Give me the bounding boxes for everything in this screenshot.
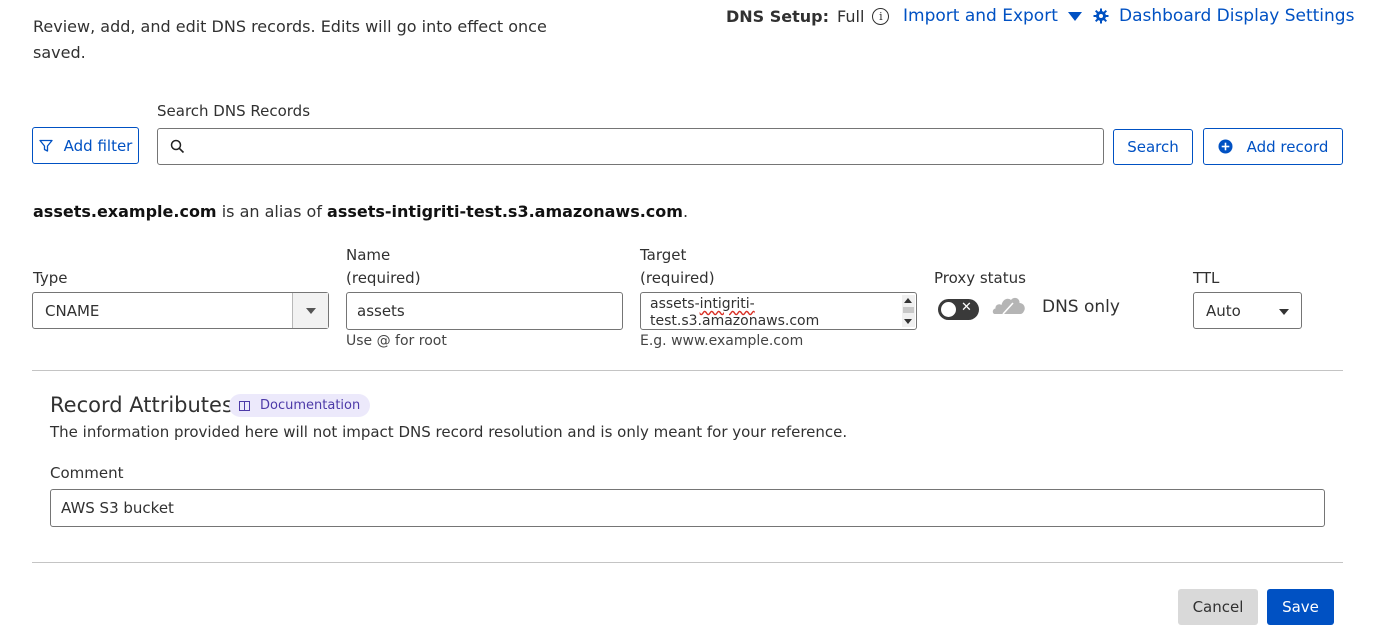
save-button[interactable]: Save: [1267, 589, 1334, 625]
textarea-scrollbar[interactable]: [902, 295, 915, 327]
chevron-down-icon: [305, 307, 316, 314]
name-label: Name: [346, 246, 391, 264]
type-select-value: CNAME: [45, 302, 100, 320]
name-hint: Use @ for root: [346, 333, 447, 349]
ttl-select[interactable]: Auto: [1193, 292, 1302, 329]
alias-connector: is an alias of: [221, 202, 322, 221]
type-label: Type: [33, 269, 68, 287]
chevron-down-icon: [1279, 309, 1289, 315]
dashboard-display-settings-link[interactable]: Dashboard Display Settings: [1093, 4, 1354, 28]
gear-icon: [1093, 8, 1109, 24]
import-export-dropdown[interactable]: Import and Export: [903, 4, 1082, 28]
record-attributes-description: The information provided here will not i…: [50, 423, 848, 441]
add-filter-button[interactable]: Add filter: [32, 127, 139, 164]
name-input[interactable]: assets: [346, 292, 623, 330]
alias-period: .: [682, 202, 689, 221]
scroll-thumb[interactable]: [903, 307, 914, 313]
dashboard-settings-label: Dashboard Display Settings: [1119, 6, 1355, 26]
alias-name: assets.example.com: [33, 202, 217, 221]
add-record-button[interactable]: Add record: [1203, 128, 1343, 165]
search-label: Search DNS Records: [157, 102, 311, 120]
close-icon: ✕: [961, 300, 972, 315]
info-icon[interactable]: i: [872, 7, 890, 25]
type-select[interactable]: CNAME: [32, 292, 329, 329]
name-input-value: assets: [357, 302, 405, 320]
import-export-label: Import and Export: [903, 6, 1058, 26]
proxy-status-value: DNS only: [1042, 297, 1120, 317]
footer-divider: [32, 562, 1343, 563]
search-button[interactable]: Search: [1113, 129, 1193, 165]
target-textarea[interactable]: assets-intigriti- test.s3.amazonaws.com: [640, 292, 917, 330]
add-record-label: Add record: [1246, 137, 1329, 156]
add-filter-label: Add filter: [63, 136, 133, 155]
name-required: (required): [346, 269, 421, 287]
target-value-line1: assets-intigriti-: [650, 296, 755, 312]
documentation-link[interactable]: Documentation: [229, 394, 371, 417]
record-attributes-title: Record Attributes: [50, 393, 233, 417]
caret-down-icon: [1067, 11, 1082, 21]
comment-input-value: AWS S3 bucket: [61, 499, 174, 517]
dns-setup-indicator: DNS Setup: Full i: [726, 4, 890, 28]
alias-notice: assets.example.com is an alias of assets…: [33, 202, 688, 221]
cloud-icon: [992, 297, 1025, 315]
target-label: Target: [640, 246, 687, 264]
target-value-line2: test.s3.amazonaws.com: [650, 313, 820, 329]
plus-circle-icon: [1218, 139, 1233, 154]
comment-input[interactable]: AWS S3 bucket: [50, 489, 1325, 527]
target-hint: E.g. www.example.com: [640, 333, 804, 349]
search-input[interactable]: [157, 128, 1104, 165]
ttl-select-value: Auto: [1206, 302, 1241, 320]
target-value-line1-text: intigriti-: [699, 296, 755, 312]
scroll-down-icon[interactable]: [904, 319, 912, 324]
book-icon: [239, 400, 250, 411]
documentation-label: Documentation: [260, 398, 361, 413]
toggle-knob: [941, 302, 956, 317]
proxy-toggle[interactable]: ✕: [938, 299, 979, 320]
search-icon: [170, 139, 185, 154]
comment-label: Comment: [50, 464, 124, 482]
scroll-up-icon[interactable]: [904, 298, 912, 303]
page-description: Review, add, and edit DNS records. Edits…: [33, 17, 547, 62]
cancel-button[interactable]: Cancel: [1178, 589, 1258, 625]
dns-setup-label: DNS Setup:: [726, 6, 830, 26]
type-select-toggle[interactable]: [292, 293, 328, 328]
proxy-status-label: Proxy status: [934, 269, 1026, 287]
section-divider: [32, 370, 1343, 371]
alias-target: assets-intigriti-test.s3.amazonaws.com: [327, 202, 683, 221]
filter-icon: [38, 139, 53, 152]
ttl-label: TTL: [1193, 269, 1220, 287]
dns-setup-value: Full: [837, 6, 865, 26]
target-required: (required): [640, 269, 715, 287]
